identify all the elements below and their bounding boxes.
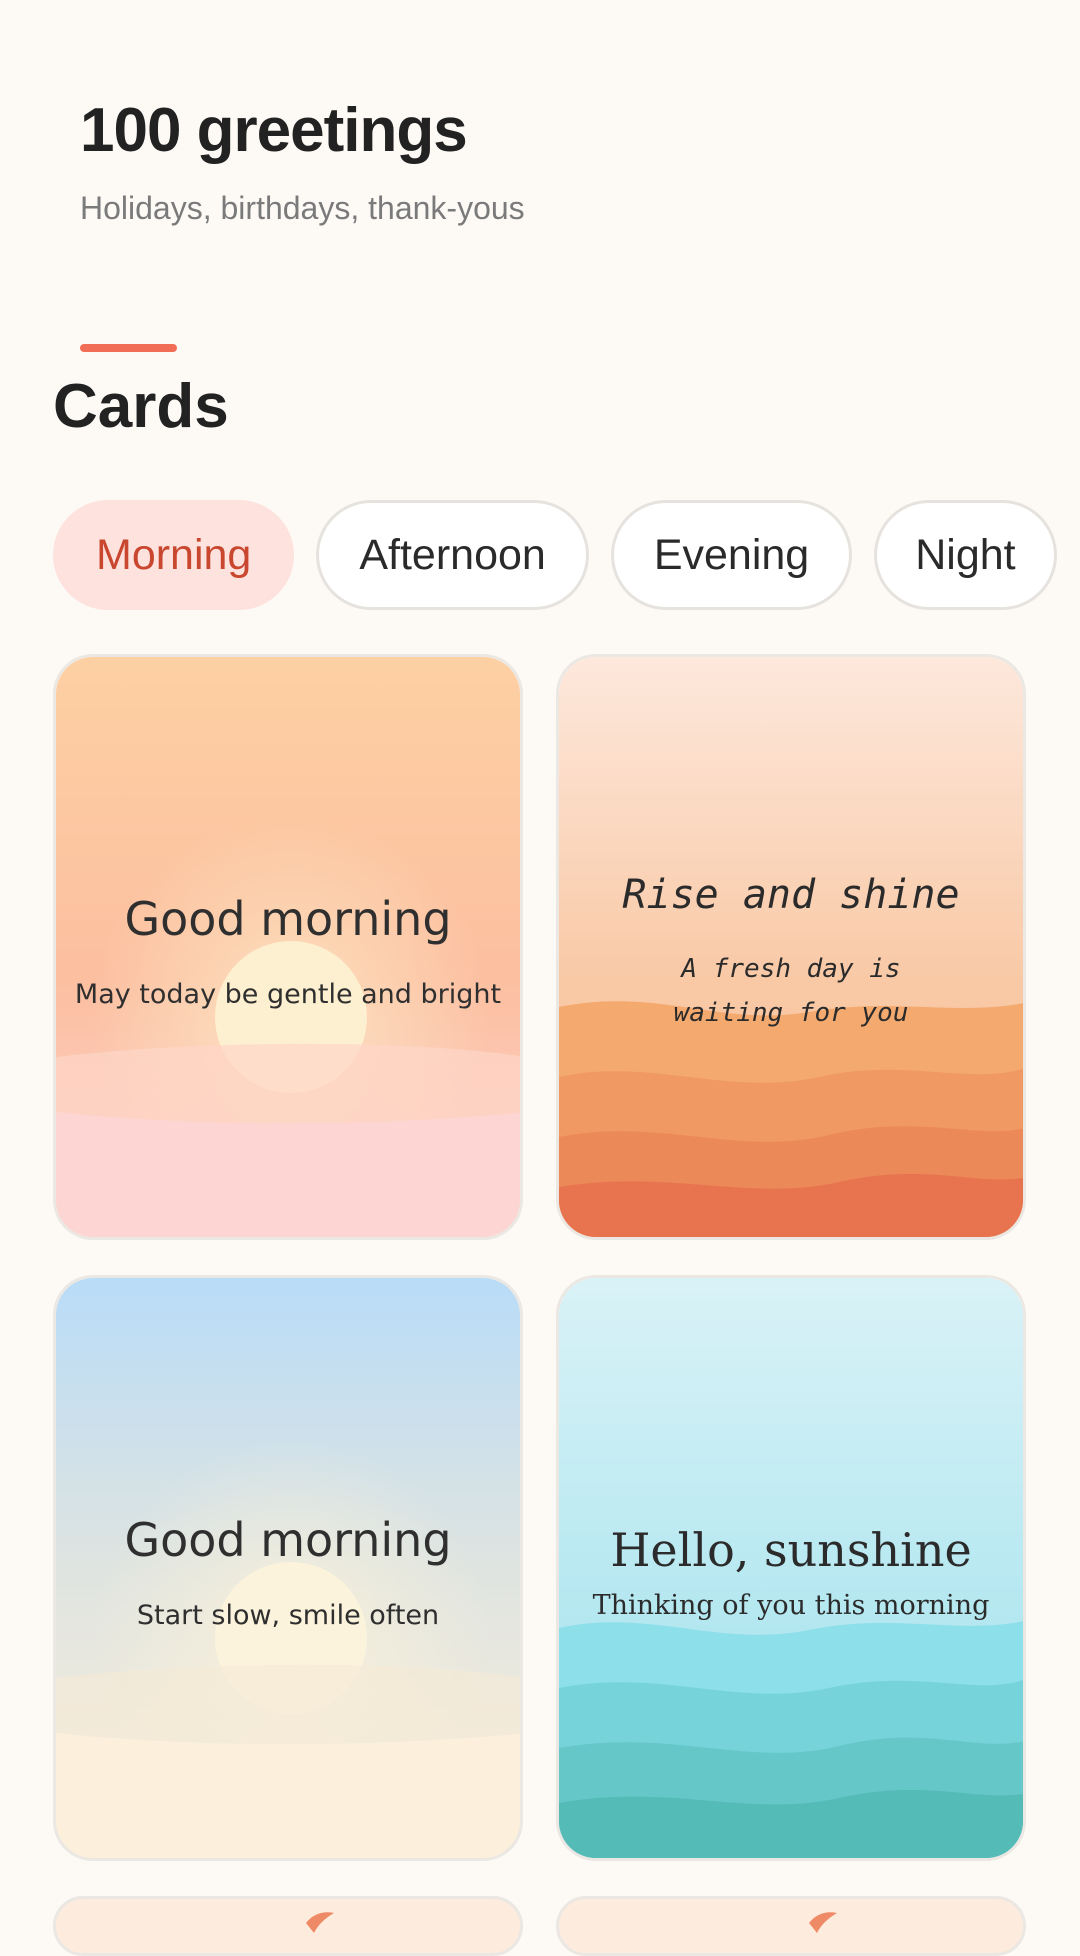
greeting-card[interactable]: Hello, sunshine Thinking of you this mor…: [556, 1275, 1026, 1861]
card-background: [809, 1912, 837, 1933]
greeting-card[interactable]: [53, 1896, 523, 1956]
greeting-card[interactable]: [556, 1896, 1026, 1956]
card-title: Good morning: [124, 1513, 452, 1567]
header: 100 greetings Holidays, birthdays, thank…: [80, 100, 525, 227]
page-subtitle: Holidays, birthdays, thank-yous: [80, 190, 525, 226]
chip-afternoon[interactable]: Afternoon: [316, 500, 589, 610]
card-title: Rise and shine: [622, 872, 960, 918]
card-subtitle: Start slow, smile often: [136, 1600, 440, 1631]
card-title: Good morning: [124, 892, 452, 946]
chip-morning[interactable]: Morning: [53, 500, 295, 610]
card-subtitle: A fresh day is waiting for you: [673, 954, 909, 1028]
section-title: Cards: [53, 380, 229, 441]
page-title: 100 greetings: [80, 96, 468, 165]
chip-evening[interactable]: Evening: [610, 500, 853, 610]
filter-chips: Morning Afternoon Evening Night: [53, 500, 1057, 610]
card-subtitle: Thinking of you this morning: [592, 1590, 990, 1621]
greeting-card[interactable]: Good morning Start slow, smile often: [53, 1275, 523, 1861]
card-subtitle: May today be gentle and bright: [74, 979, 502, 1010]
card-background: [56, 657, 520, 1237]
greeting-card[interactable]: Good morning May today be gentle and bri…: [53, 654, 523, 1240]
card-background: [56, 1278, 520, 1858]
card-background: [306, 1912, 334, 1933]
card-title: Hello, sunshine: [610, 1523, 972, 1577]
greeting-card[interactable]: Rise and shine A fresh day is waiting fo…: [556, 654, 1026, 1240]
section-accent-bar: [80, 344, 177, 352]
chip-night[interactable]: Night: [874, 500, 1057, 610]
